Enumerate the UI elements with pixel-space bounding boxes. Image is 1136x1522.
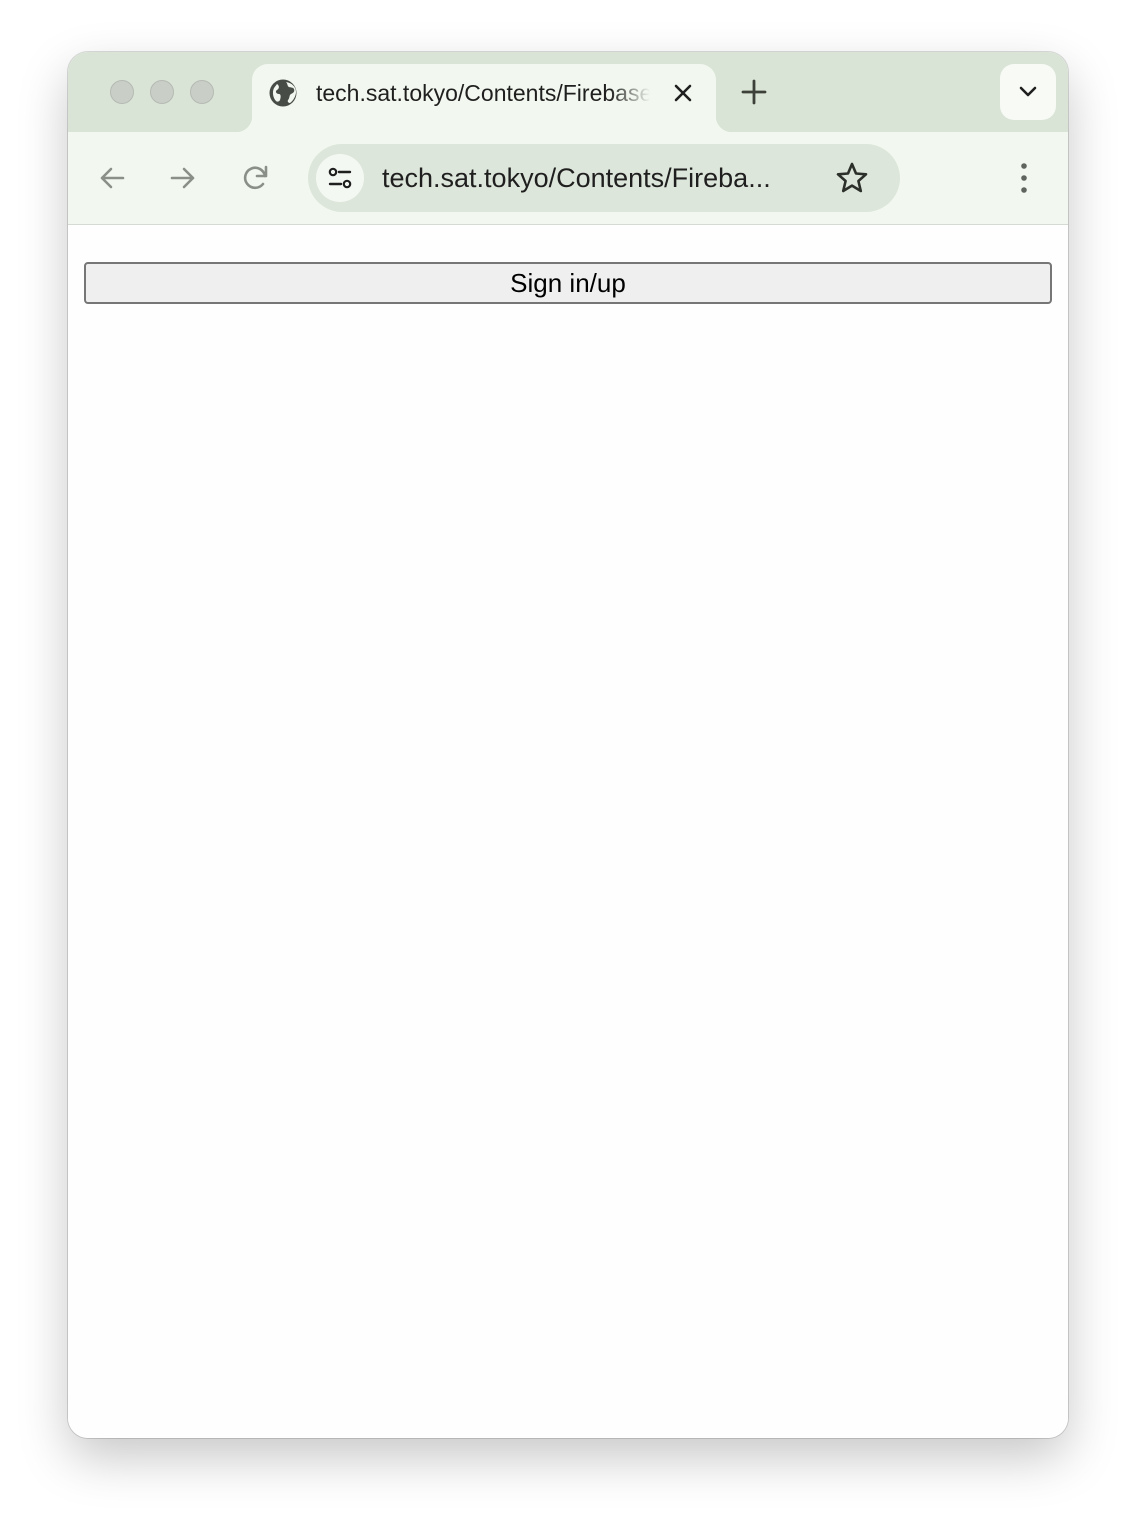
sign-in-up-button[interactable]: Sign in/up [84,262,1052,304]
arrow-left-icon [100,167,125,189]
tab-strip: tech.sat.tokyo/Contents/Firebase [68,52,1068,132]
active-tab[interactable]: tech.sat.tokyo/Contents/Firebase [236,64,732,132]
page-content: Sign in/up [68,226,1068,1438]
tab-title: tech.sat.tokyo/Contents/Firebase [316,80,650,106]
star-icon[interactable] [834,160,870,196]
plus-icon [741,79,767,105]
tab-search-button[interactable] [1000,64,1056,120]
forward-button[interactable] [167,162,199,194]
window-minimize-button[interactable] [150,80,174,104]
window-maximize-button[interactable] [190,80,214,104]
close-icon[interactable] [670,80,696,106]
address-bar[interactable]: tech.sat.tokyo/Contents/Fireba... [308,144,900,212]
arrow-right-icon [170,167,195,189]
browser-window: tech.sat.tokyo/Contents/Firebase tech.sa… [68,52,1068,1438]
tune-icon [328,167,352,189]
browser-toolbar: tech.sat.tokyo/Contents/Fireba... [68,132,1068,225]
window-close-button[interactable] [110,80,134,104]
globe-icon [268,78,298,108]
site-info-button[interactable] [316,154,364,202]
new-tab-button[interactable] [740,78,768,106]
kebab-menu-icon[interactable] [1008,160,1040,196]
reload-icon [243,165,268,190]
url-text[interactable]: tech.sat.tokyo/Contents/Fireba... [382,162,812,194]
chevron-down-icon [1019,86,1037,97]
back-button[interactable] [96,162,128,194]
reload-button[interactable] [240,162,272,194]
